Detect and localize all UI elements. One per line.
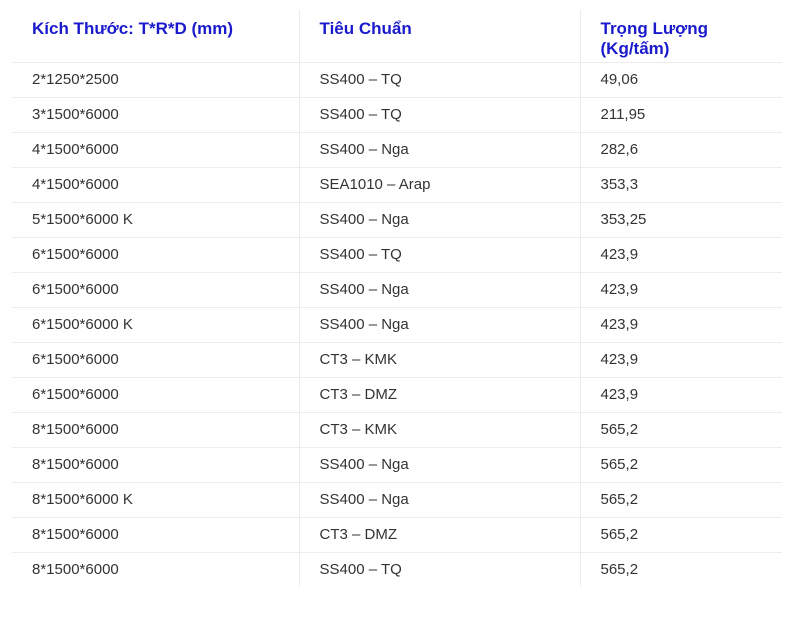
table-row: 8*1500*6000 K SS400 – Nga 565,2 <box>12 482 782 518</box>
cell-weight: 211,95 <box>579 97 782 133</box>
table-row: 8*1500*6000 SS400 – Nga 565,2 <box>12 447 782 483</box>
table-row: 6*1500*6000 CT3 – DMZ 423,9 <box>12 377 782 413</box>
cell-size: 8*1500*6000 <box>12 412 299 448</box>
table-row: 5*1500*6000 K SS400 – Nga 353,25 <box>12 202 782 238</box>
cell-weight: 49,06 <box>579 62 782 98</box>
cell-standard: CT3 – KMK <box>298 342 580 378</box>
steel-sheet-table-container: Kích Thước: T*R*D (mm) Tiêu Chuẩn Trọng … <box>12 10 782 587</box>
header-size: Kích Thước: T*R*D (mm) <box>12 10 299 63</box>
header-standard: Tiêu Chuẩn <box>298 10 580 63</box>
table-header: Kích Thước: T*R*D (mm) Tiêu Chuẩn Trọng … <box>12 10 782 63</box>
table-row: 6*1500*6000 CT3 – KMK 423,9 <box>12 342 782 378</box>
table-row: 4*1500*6000 SEA1010 – Arap 353,3 <box>12 167 782 203</box>
cell-size: 8*1500*6000 <box>12 447 299 483</box>
table-row: 6*1500*6000 SS400 – TQ 423,9 <box>12 237 782 273</box>
table-row: 3*1500*6000 SS400 – TQ 211,95 <box>12 97 782 133</box>
cell-size: 8*1500*6000 K <box>12 482 299 518</box>
cell-size: 8*1500*6000 <box>12 517 299 553</box>
cell-size: 6*1500*6000 <box>12 237 299 273</box>
cell-weight: 565,2 <box>579 517 782 553</box>
cell-size: 4*1500*6000 <box>12 167 299 203</box>
cell-weight: 423,9 <box>579 237 782 273</box>
cell-size: 8*1500*6000 <box>32 561 119 579</box>
table-row: 8*1500*6000 SS400 – TQ 565,2 <box>12 552 782 587</box>
header-row: Kích Thước: T*R*D (mm) Tiêu Chuẩn Trọng … <box>12 10 782 63</box>
cell-standard: SS400 – TQ <box>298 552 580 587</box>
cell-weight: 565,2 <box>579 482 782 518</box>
cell-weight: 423,9 <box>579 377 782 413</box>
table-row: 4*1500*6000 SS400 – Nga 282,6 <box>12 132 782 168</box>
cell-standard: SS400 – Nga <box>298 202 580 238</box>
cell-standard: SS400 – Nga <box>298 272 580 308</box>
cell-weight: 423,9 <box>579 307 782 343</box>
cell-size: 6*1500*6000 <box>12 342 299 378</box>
cell-standard: SS400 – Nga <box>298 447 580 483</box>
cell-size: 5*1500*6000 K <box>12 202 299 238</box>
cell-standard: SS400 – TQ <box>298 237 580 273</box>
table-row: 8*1500*6000 CT3 – DMZ 565,2 <box>12 517 782 553</box>
cell-size: 4*1500*6000 <box>12 132 299 168</box>
cell-weight: 565,2 <box>579 447 782 483</box>
cell-weight: 565,2 <box>579 552 782 587</box>
cell-standard: SEA1010 – Arap <box>298 167 580 203</box>
cell-standard: SS400 – TQ <box>298 97 580 133</box>
cell-weight: 353,3 <box>579 167 782 203</box>
cell-standard: SS400 – TQ <box>298 62 580 98</box>
cell-standard: CT3 – DMZ <box>298 377 580 413</box>
cell-weight: 282,6 <box>579 132 782 168</box>
cell-size: 6*1500*6000 K <box>12 307 299 343</box>
cell-weight: 565,2 <box>579 412 782 448</box>
table-row: 8*1500*6000 CT3 – KMK 565,2 <box>12 412 782 448</box>
cell-weight: 423,9 <box>579 272 782 308</box>
table-row: 6*1500*6000 SS400 – Nga 423,9 <box>12 272 782 308</box>
table-row: 6*1500*6000 K SS400 – Nga 423,9 <box>12 307 782 343</box>
header-weight: Trọng Lượng (Kg/tấm) <box>579 10 782 63</box>
cell-standard: SS400 – Nga <box>298 482 580 518</box>
cell-size: 3*1500*6000 <box>12 97 299 133</box>
cell-standard: CT3 – KMK <box>298 412 580 448</box>
cell-size: 2*1250*2500 <box>12 62 299 98</box>
cell-weight: 353,25 <box>579 202 782 238</box>
cell-standard: SS400 – Nga <box>298 132 580 168</box>
cell-weight: 423,9 <box>579 342 782 378</box>
cell-standard: CT3 – DMZ <box>298 517 580 553</box>
cell-size: 6*1500*6000 <box>12 272 299 308</box>
cell-size: 6*1500*6000 <box>12 377 299 413</box>
cell-standard: SS400 – Nga <box>298 307 580 343</box>
steel-sheet-table: Kích Thước: T*R*D (mm) Tiêu Chuẩn Trọng … <box>12 10 782 587</box>
table-row: 2*1250*2500 SS400 – TQ 49,06 <box>12 62 782 98</box>
table-body: 2*1250*2500 SS400 – TQ 49,06 3*1500*6000 SS4… <box>12 62 782 587</box>
